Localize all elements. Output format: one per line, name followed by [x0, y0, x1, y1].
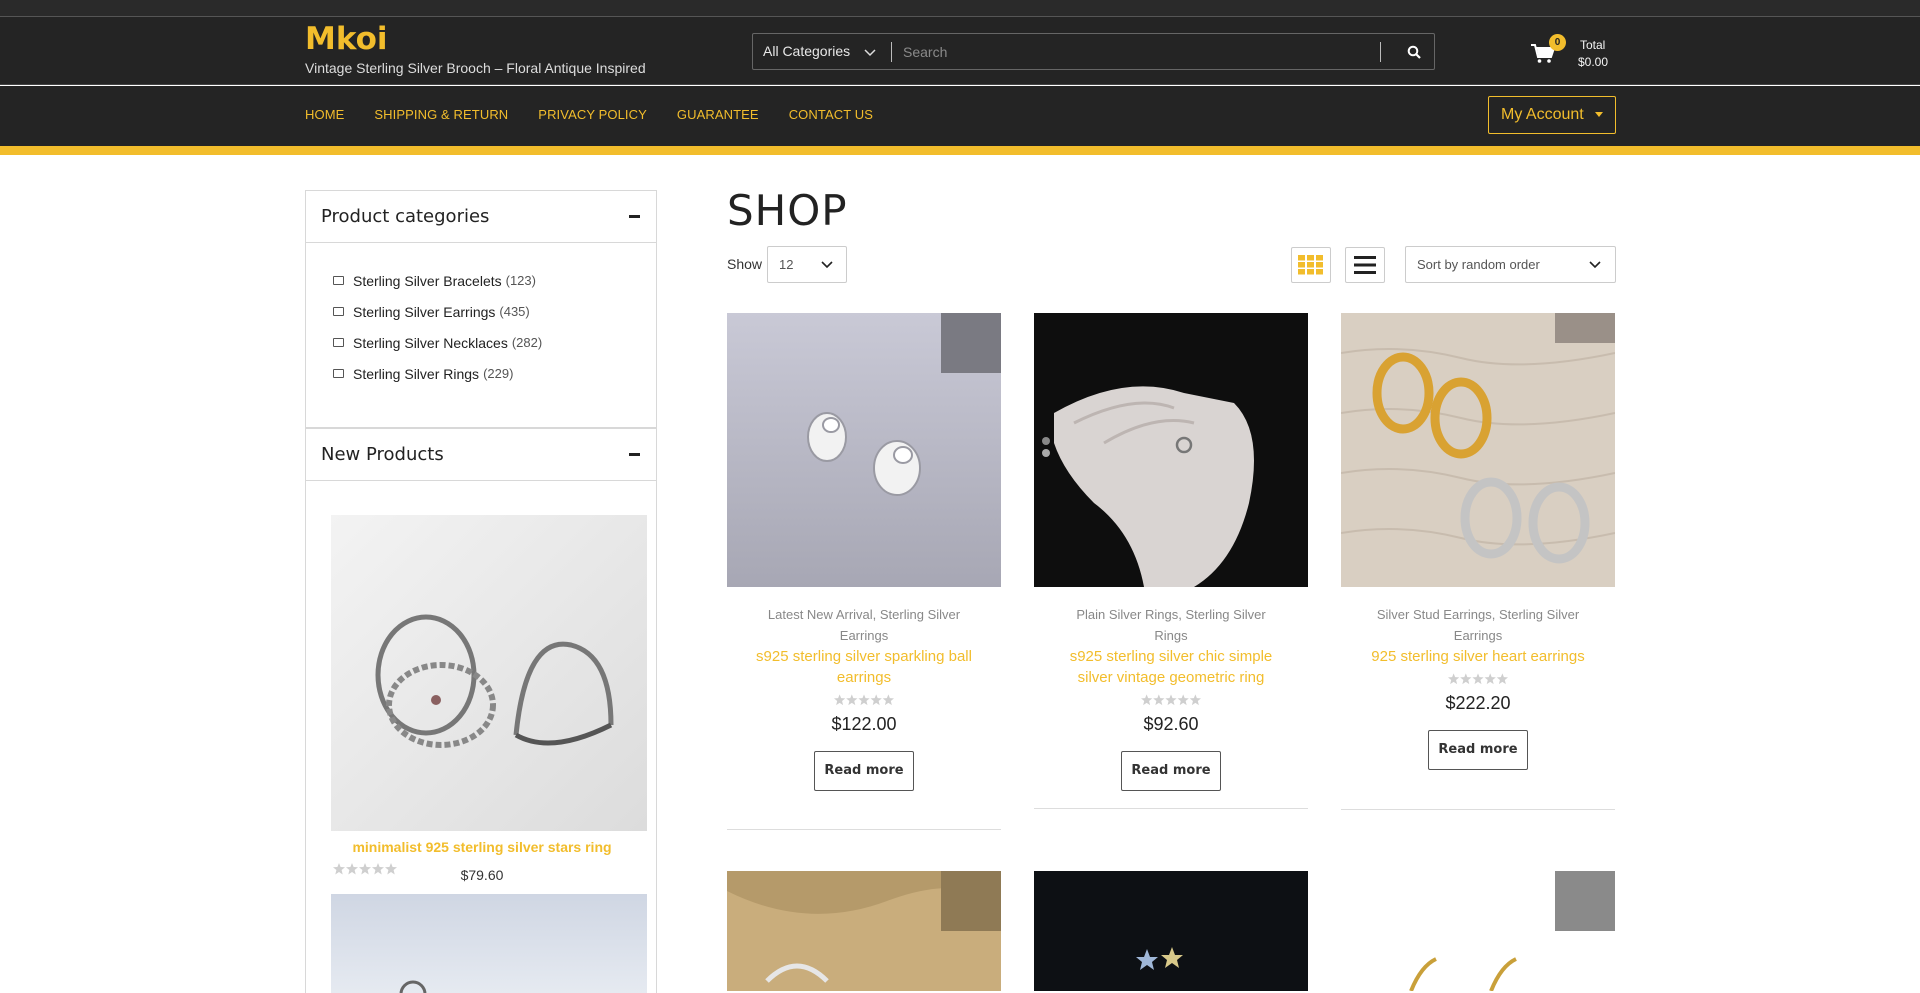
- per-page-select[interactable]: 12: [767, 246, 847, 283]
- card-divider: [727, 829, 1001, 830]
- star-rating-icon: [1141, 694, 1201, 706]
- product-image[interactable]: [1340, 313, 1616, 587]
- grid-icon: [1298, 255, 1323, 275]
- list-view-button[interactable]: [1345, 247, 1385, 283]
- category-count: (435): [499, 304, 530, 319]
- category-item[interactable]: Sterling Silver Necklaces (282): [333, 327, 656, 358]
- main-navigation: HOME SHIPPING & RETURN PRIVACY POLICY GU…: [0, 86, 1920, 146]
- category-name[interactable]: Sterling Silver Earrings: [353, 304, 495, 320]
- collapse-icon[interactable]: [629, 453, 640, 456]
- product-price: $122.00: [831, 714, 897, 734]
- caret-down-icon: [1595, 112, 1603, 117]
- product-price: $222.20: [1445, 693, 1511, 713]
- chevron-down-icon: [821, 261, 833, 269]
- collapse-icon[interactable]: [629, 215, 640, 218]
- category-count: (123): [505, 273, 536, 288]
- product-image[interactable]: [331, 515, 647, 831]
- search-divider: [1380, 42, 1381, 62]
- category-list: Sterling Silver Bracelets (123) Sterling …: [306, 243, 656, 389]
- category-count: (282): [511, 335, 543, 350]
- search-divider: [891, 42, 892, 62]
- card-divider: [1034, 808, 1308, 809]
- category-count: (229): [483, 366, 514, 381]
- product-image[interactable]: [1034, 313, 1308, 587]
- folder-icon: [333, 307, 344, 316]
- nav-privacy-policy[interactable]: PRIVACY POLICY: [538, 107, 647, 122]
- nav-shipping-return[interactable]: SHIPPING & RETURN: [374, 107, 508, 122]
- star-rating-icon: [1448, 673, 1508, 685]
- per-page-value: 12: [779, 257, 794, 272]
- read-more-button[interactable]: Read more: [814, 751, 914, 791]
- product-categories: Latest New Arrival, Sterling Silver Earr…: [767, 607, 961, 643]
- new-products-widget: New Products minimalist 925 sterling sil…: [305, 428, 657, 993]
- product-categories: Plain Silver Rings, Sterling Silver Ring…: [1076, 607, 1266, 643]
- category-name[interactable]: Sterling Silver Necklaces: [353, 335, 508, 351]
- chevron-down-icon: [1589, 261, 1601, 269]
- widget-header: Product categories: [306, 191, 656, 243]
- site-tagline: Vintage Sterling Silver Brooch – Floral …: [305, 60, 646, 76]
- product-category-link[interactable]: Latest New Arrival: [768, 607, 873, 622]
- folder-icon: [333, 369, 344, 378]
- sort-value: Sort by random order: [1417, 257, 1540, 272]
- search-input[interactable]: [903, 35, 1433, 68]
- product-image[interactable]: [1034, 871, 1308, 991]
- grid-view-button[interactable]: [1291, 247, 1331, 283]
- widget-title: New Products: [321, 444, 444, 465]
- product-name[interactable]: s925 sterling silver sparkling ball earr…: [727, 646, 1001, 688]
- my-account-button[interactable]: My Account: [1488, 96, 1616, 134]
- show-label: Show: [727, 256, 763, 272]
- sort-select[interactable]: Sort by random order: [1405, 246, 1616, 283]
- read-more-button[interactable]: Read more: [1428, 730, 1528, 770]
- star-rating-icon: [834, 694, 894, 706]
- my-account-label: My Account: [1501, 106, 1584, 123]
- product-name[interactable]: 925 sterling silver heart earrings: [1341, 646, 1615, 667]
- accent-bar: [0, 146, 1920, 155]
- new-product-price: $79.60: [460, 867, 504, 883]
- product-card: Latest New Arrival, Sterling Silver Earr…: [727, 313, 1001, 830]
- widget-title: Product categories: [321, 206, 490, 227]
- product-image[interactable]: [727, 871, 1001, 991]
- category-name[interactable]: Sterling Silver Bracelets: [353, 273, 502, 289]
- chevron-down-icon: [864, 49, 876, 57]
- category-item[interactable]: Sterling Silver Earrings (435): [333, 296, 656, 327]
- nav-home[interactable]: HOME: [305, 107, 344, 122]
- read-more-button[interactable]: Read more: [1121, 751, 1221, 791]
- nav-menu: HOME SHIPPING & RETURN PRIVACY POLICY GU…: [305, 86, 903, 142]
- cart-count-badge: 0: [1549, 34, 1566, 51]
- nav-guarantee[interactable]: GUARANTEE: [677, 107, 759, 122]
- list-icon: [1354, 256, 1376, 274]
- product-image[interactable]: [1341, 871, 1615, 991]
- folder-icon: [333, 276, 344, 285]
- nav-contact-us[interactable]: CONTACT US: [789, 107, 873, 122]
- card-divider: [1341, 809, 1615, 810]
- product-card: Silver Stud Earrings, Sterling Silver Ea…: [1340, 313, 1616, 810]
- product-price: $92.60: [1143, 714, 1199, 734]
- product-categories-widget: Product categories Sterling Silver Brace…: [305, 190, 657, 428]
- cart-total-label: Total: [1580, 38, 1606, 52]
- category-name[interactable]: Sterling Silver Rings: [353, 366, 479, 382]
- widget-header: New Products: [306, 429, 656, 481]
- site-header: Mkoi Vintage Sterling Silver Brooch – Fl…: [0, 17, 1920, 85]
- product-category-link[interactable]: Plain Silver Rings: [1076, 607, 1178, 622]
- top-strip: [0, 0, 1920, 17]
- search-icon: [1407, 45, 1421, 59]
- cart-total-value: $0.00: [1578, 55, 1609, 69]
- product-category-link[interactable]: Silver Stud Earrings: [1377, 607, 1492, 622]
- search-bar: All Categories: [752, 33, 1435, 70]
- product-card: Plain Silver Rings, Sterling Silver Ring…: [1034, 313, 1308, 809]
- folder-icon: [333, 338, 344, 347]
- category-item[interactable]: Sterling Silver Bracelets (123): [333, 265, 656, 296]
- page-title: SHOP: [727, 186, 848, 235]
- site-logo[interactable]: Mkoi: [305, 21, 388, 57]
- product-name[interactable]: s925 sterling silver chic simple silver …: [1034, 646, 1308, 688]
- product-categories: Silver Stud Earrings, Sterling Silver Ea…: [1376, 607, 1580, 643]
- product-image[interactable]: [727, 313, 1001, 587]
- new-product-name[interactable]: minimalist 925 sterling silver stars rin…: [306, 839, 658, 855]
- category-select[interactable]: All Categories: [763, 34, 850, 69]
- search-button[interactable]: [1393, 34, 1435, 69]
- category-item[interactable]: Sterling Silver Rings (229): [333, 358, 656, 389]
- product-image[interactable]: [331, 894, 647, 993]
